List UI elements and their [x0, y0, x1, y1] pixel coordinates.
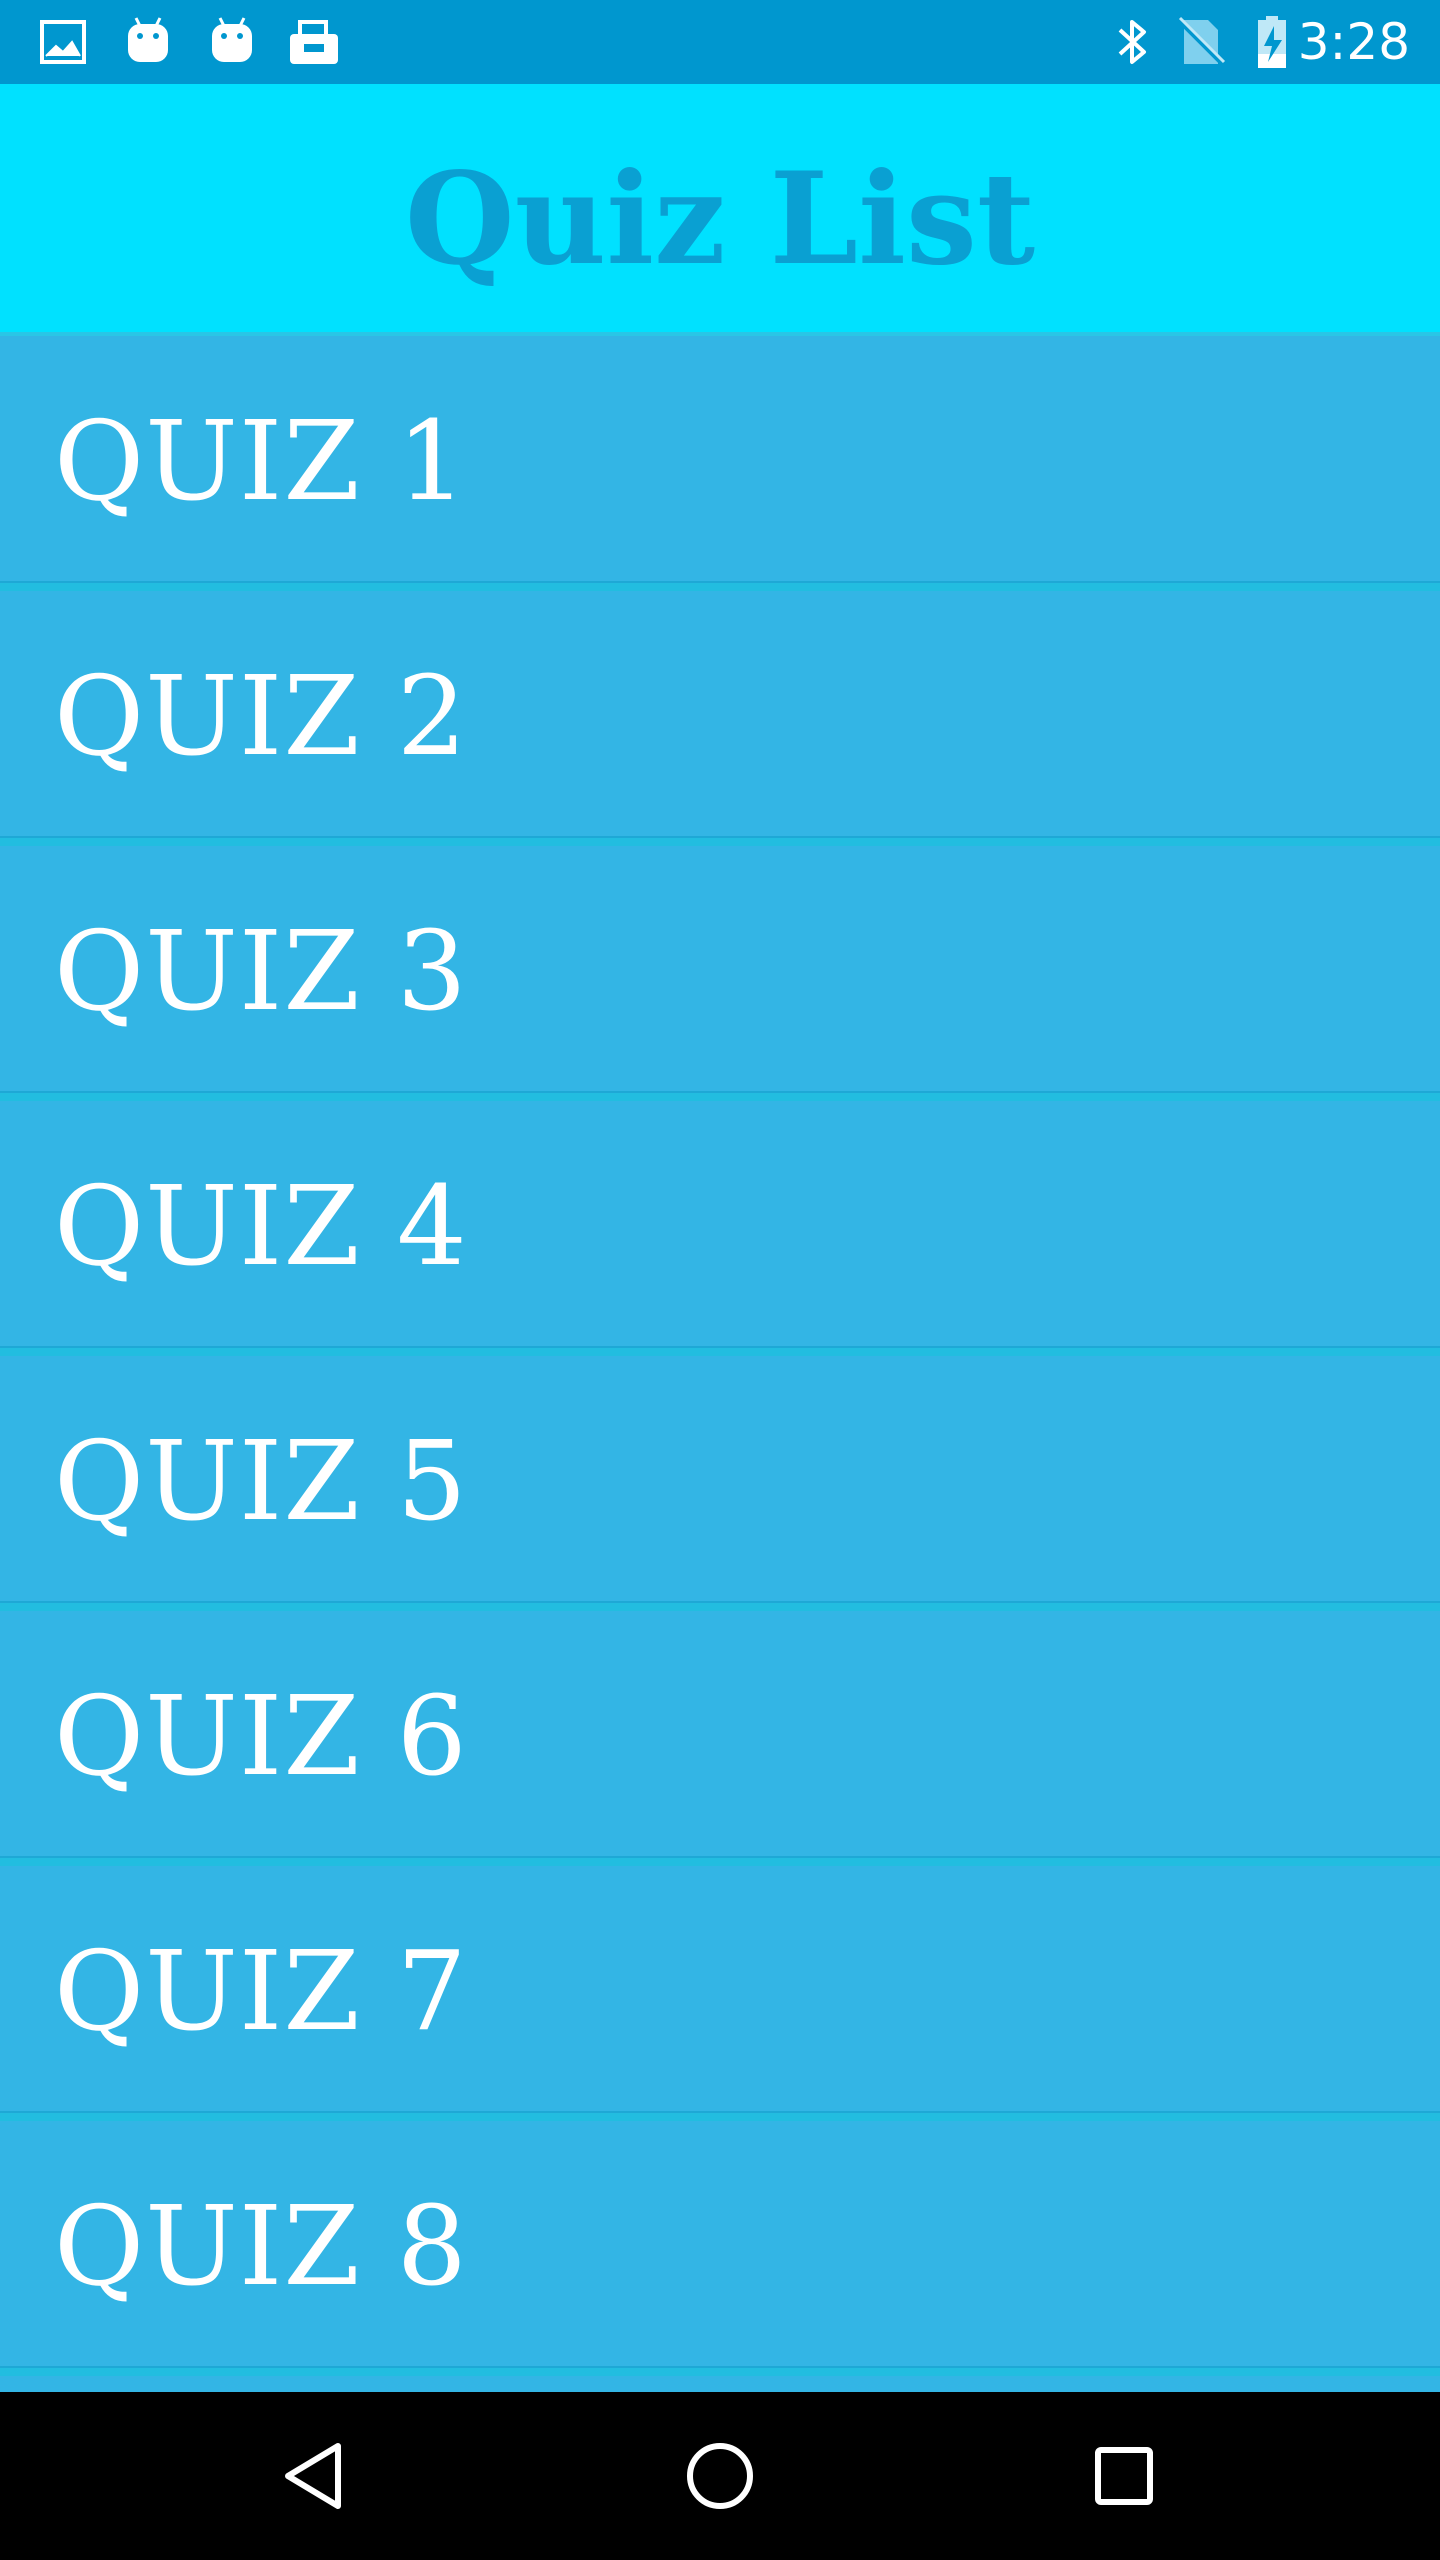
status-bar: 3:28 — [0, 0, 1440, 84]
list-item-label: QUIZ 7 — [54, 1927, 468, 2055]
battery-charging-icon — [1244, 14, 1300, 70]
list-item-label: QUIZ 1 — [54, 397, 468, 525]
image-icon — [36, 14, 92, 70]
list-item-label: QUIZ 4 — [54, 1162, 468, 1290]
list-item-quiz-1[interactable]: QUIZ 1 — [0, 336, 1440, 591]
list-item-label: QUIZ 3 — [54, 907, 468, 1035]
recents-icon[interactable] — [1074, 2426, 1174, 2526]
list-item-quiz-7[interactable]: QUIZ 7 — [0, 1866, 1440, 2121]
quiz-list[interactable]: QUIZ 1 QUIZ 2 QUIZ 3 QUIZ 4 QUIZ 5 QUIZ … — [0, 336, 1440, 2392]
home-icon[interactable] — [670, 2426, 770, 2526]
list-item-quiz-2[interactable]: QUIZ 2 — [0, 591, 1440, 846]
list-item-label: QUIZ 2 — [54, 652, 468, 780]
list-item-quiz-5[interactable]: QUIZ 5 — [0, 1356, 1440, 1611]
no-sim-icon — [1172, 14, 1228, 70]
android-icon — [120, 14, 176, 70]
app-screen: 3:28 Quiz List QUIZ 1 QUIZ 2 QUIZ 3 QUIZ… — [0, 0, 1440, 2560]
list-item-label: QUIZ 5 — [54, 1417, 468, 1545]
back-icon[interactable] — [266, 2426, 366, 2526]
list-item-quiz-8[interactable]: QUIZ 8 — [0, 2121, 1440, 2376]
android-icon — [204, 14, 260, 70]
bluetooth-icon — [1104, 14, 1160, 70]
list-item-quiz-6[interactable]: QUIZ 6 — [0, 1611, 1440, 1866]
briefcase-icon — [286, 14, 342, 70]
list-item-label: QUIZ 8 — [54, 2182, 468, 2310]
list-item-quiz-3[interactable]: QUIZ 3 — [0, 846, 1440, 1101]
navigation-bar — [0, 2392, 1440, 2560]
list-item-quiz-4[interactable]: QUIZ 4 — [0, 1101, 1440, 1356]
list-item-label: QUIZ 6 — [54, 1672, 468, 1800]
page-title: Quiz List — [404, 145, 1036, 293]
app-header: Quiz List — [0, 84, 1440, 336]
status-time: 3:28 — [1297, 13, 1410, 71]
